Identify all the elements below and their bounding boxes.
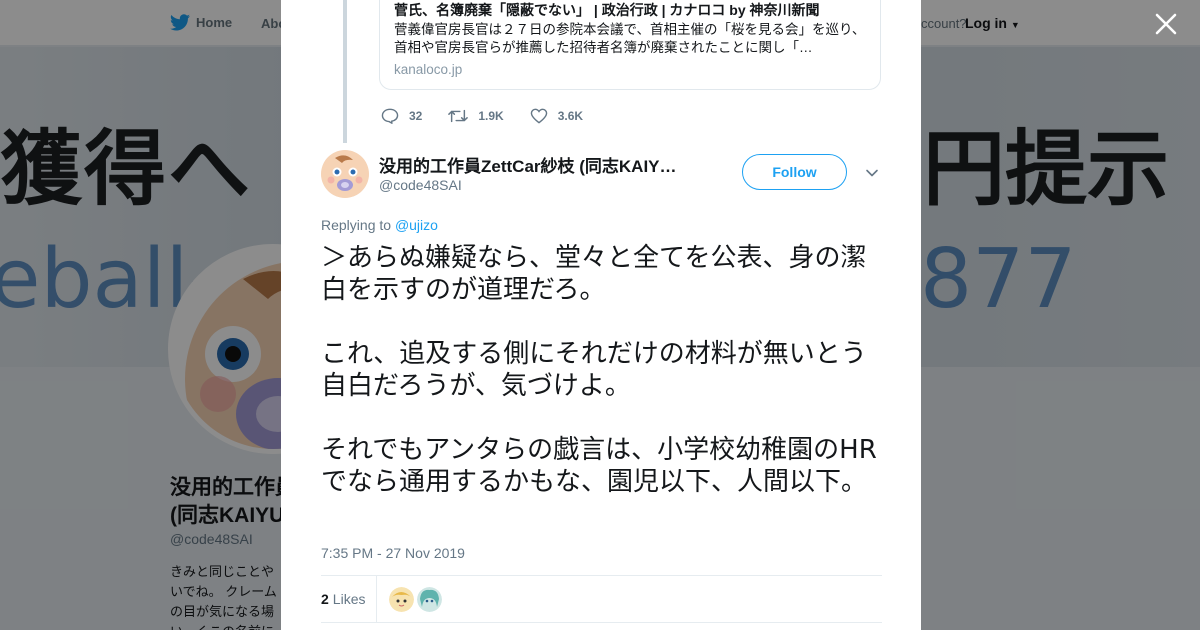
tweet-permalink-modal: 菅氏、名簿廃棄「隠蔽でない」 | 政治行政 | カナロコ by 神奈川新聞 菅義…	[281, 0, 921, 630]
replying-to: Replying to @ujizo	[321, 217, 438, 233]
reply-button[interactable]: 32	[381, 108, 422, 124]
tweet-text: ＞あらぬ嫌疑なら、堂々と全てを公表、身の潔白を示すのが道理だろ。 これ、追及する…	[321, 243, 877, 497]
retweet-button[interactable]: 1.9K	[448, 108, 504, 124]
card-description: 菅義偉官房長官は２７日の参院本会議で、首相主催の「桜を見る会」を巡り、首相や官房…	[394, 22, 866, 55]
heart-icon	[530, 108, 547, 124]
tweet-stats: 2 Likes	[321, 575, 882, 623]
liker-avatar[interactable]	[389, 587, 414, 612]
card-title: 菅氏、名簿廃棄「隠蔽でない」 | 政治行政 | カナロコ by 神奈川新聞	[394, 2, 820, 18]
link-preview-card[interactable]: 菅氏、名簿廃棄「隠蔽でない」 | 政治行政 | カナロコ by 神奈川新聞 菅義…	[379, 0, 881, 90]
thread-connector-line	[343, 0, 347, 143]
divider	[376, 576, 377, 623]
retweet-count: 1.9K	[478, 109, 504, 123]
liker-avatar[interactable]	[417, 587, 442, 612]
close-icon[interactable]	[1154, 12, 1178, 36]
author-name[interactable]: 没用的工作員ZettCar紗枝 (同志KAIY…	[379, 152, 677, 177]
likes-stat[interactable]: 2 Likes	[321, 591, 365, 607]
chevron-down-icon[interactable]	[865, 166, 879, 180]
likes-count: 2	[321, 591, 329, 607]
like-button[interactable]: 3.6K	[530, 108, 583, 124]
mention-link[interactable]: @ujizo	[395, 217, 438, 233]
baby-face-icon	[321, 150, 369, 198]
reply-count: 32	[409, 109, 423, 123]
parent-tweet-actions: 32 1.9K 3.6K	[381, 108, 609, 124]
likes-label: Likes	[332, 591, 366, 607]
liker-avatar-icon	[417, 587, 442, 612]
tweet-timestamp[interactable]: 7:35 PM - 27 Nov 2019	[321, 545, 465, 561]
liker-avatar-icon	[389, 587, 414, 612]
reply-icon	[381, 108, 399, 124]
like-count: 3.6K	[557, 109, 584, 123]
follow-button[interactable]: Follow	[742, 154, 847, 190]
author-handle[interactable]: @code48SAI	[379, 177, 462, 193]
author-avatar[interactable]	[321, 150, 369, 198]
card-domain: kanaloco.jp	[394, 62, 463, 77]
retweet-icon	[448, 109, 469, 123]
